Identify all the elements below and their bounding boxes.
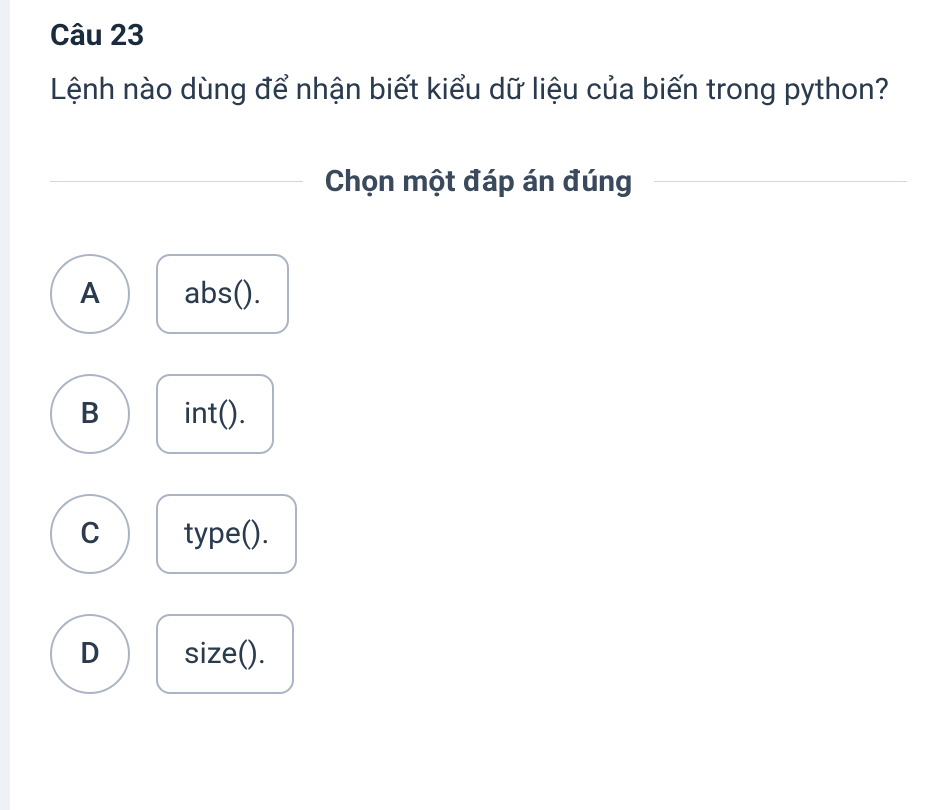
option-a[interactable]: A abs(). <box>50 254 907 334</box>
option-label-b[interactable]: int(). <box>156 374 274 454</box>
option-letter-c[interactable]: C <box>50 494 130 574</box>
instruction-row: Chọn một đáp án đúng <box>50 164 907 199</box>
option-c[interactable]: C type(). <box>50 494 907 574</box>
option-label-d[interactable]: size(). <box>156 614 294 694</box>
option-label-a[interactable]: abs(). <box>156 254 289 334</box>
divider-line-right <box>654 181 907 182</box>
option-letter-a[interactable]: A <box>50 254 130 334</box>
option-label-c[interactable]: type(). <box>156 494 297 574</box>
option-d[interactable]: D size(). <box>50 614 907 694</box>
divider-line-left <box>50 181 303 182</box>
option-letter-b[interactable]: B <box>50 374 130 454</box>
question-text: Lệnh nào dùng để nhận biết kiểu dữ liệu … <box>50 67 907 114</box>
option-letter-d[interactable]: D <box>50 614 130 694</box>
question-number: Câu 23 <box>50 18 907 53</box>
instruction-text: Chọn một đáp án đúng <box>303 164 654 199</box>
option-b[interactable]: B int(). <box>50 374 907 454</box>
left-accent-bar <box>0 0 10 810</box>
question-container: Câu 23 Lệnh nào dùng để nhận biết kiểu d… <box>0 0 947 714</box>
options-list: A abs(). B int(). C type(). D size(). <box>50 254 907 694</box>
